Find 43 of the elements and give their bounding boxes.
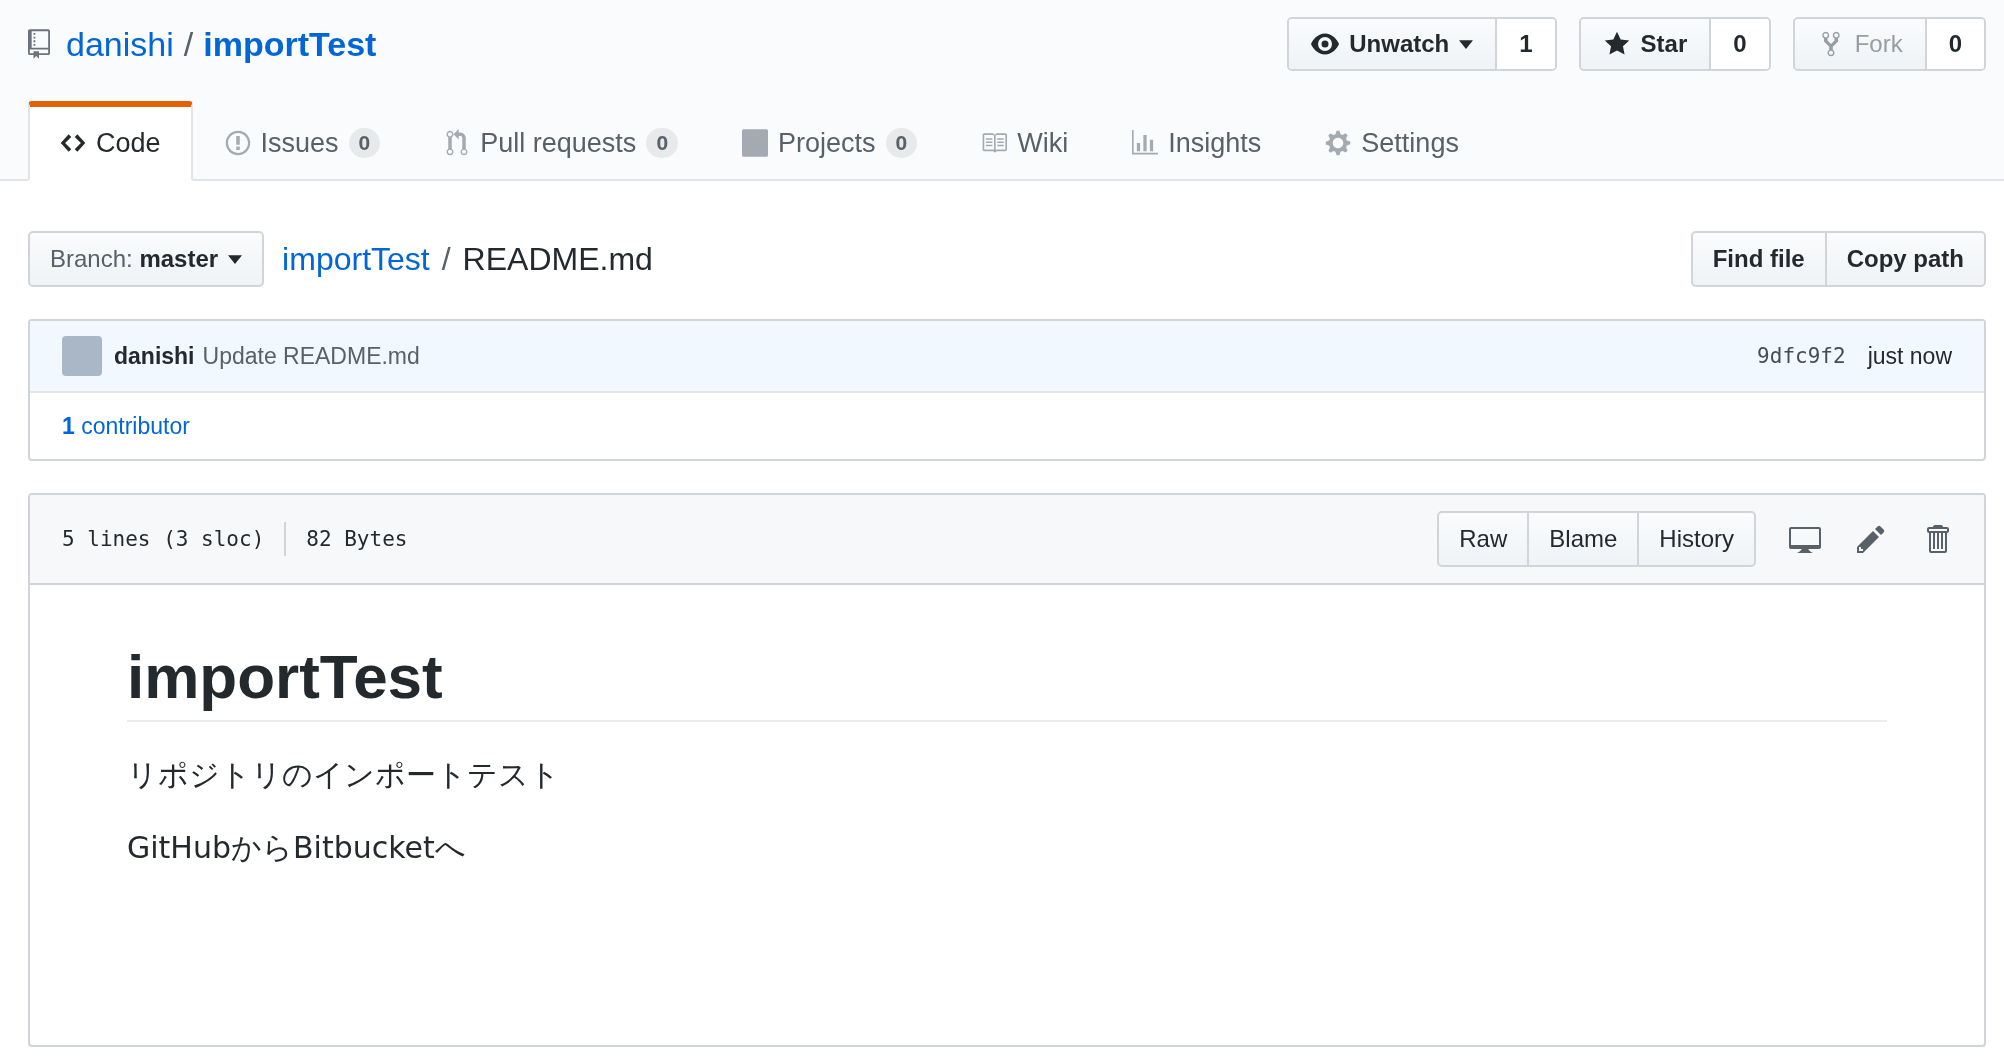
- line-count: 5 lines (3 sloc): [62, 527, 265, 551]
- caret-icon: [228, 254, 243, 264]
- nav-tab[interactable]: Issues 0: [192, 101, 413, 181]
- commit-message[interactable]: Update README.md: [202, 342, 420, 370]
- readme-heading: importTest: [127, 641, 1887, 722]
- counter-badge: 0: [646, 128, 679, 158]
- readme-paragraph: リポジトリのインポートテスト: [127, 756, 561, 794]
- owner-link[interactable]: danishi: [66, 24, 174, 64]
- settings-icon: [1325, 129, 1352, 157]
- repository-link[interactable]: importTest: [282, 240, 430, 278]
- path-separator: /: [183, 24, 194, 64]
- counter-badge: 0: [885, 128, 918, 158]
- repository-link[interactable]: importTest: [203, 24, 377, 64]
- file-action-button[interactable]: Copy path: [1824, 231, 1986, 287]
- path-separator: /: [441, 240, 451, 278]
- counter-badge: 0: [348, 128, 381, 158]
- nav-tab[interactable]: Wiki: [949, 101, 1101, 181]
- file-action-button[interactable]: Find file: [1690, 231, 1827, 287]
- avatar-placeholder: [62, 336, 102, 376]
- file-name: README.md: [462, 240, 653, 278]
- nav-tab[interactable]: Projects 0: [710, 101, 950, 181]
- nav-tab[interactable]: Settings: [1293, 101, 1491, 181]
- branch-dropdown[interactable]: Branch: master: [28, 231, 265, 287]
- file-view-button[interactable]: History: [1637, 511, 1756, 567]
- bar-graph-icon: [1132, 129, 1159, 157]
- author-link[interactable]: danishi: [114, 342, 195, 370]
- star-button[interactable]: Star: [1580, 19, 1712, 69]
- commit-time: just now: [1867, 342, 1952, 370]
- readme-paragraph: GitHubからBitbucketへ: [127, 829, 467, 867]
- count-label: 1: [1497, 19, 1555, 69]
- nav-tab[interactable]: Code: [28, 101, 193, 181]
- count-label: 0: [1926, 19, 1984, 69]
- commit-sha[interactable]: 9dfc9f2: [1757, 344, 1846, 368]
- contributors-link[interactable]: 1 contributor: [62, 412, 190, 440]
- nav-tab[interactable]: Pull requests 0: [412, 101, 711, 181]
- file-view-button[interactable]: Raw: [1437, 511, 1530, 567]
- repository-icon: [28, 29, 50, 59]
- file-size: 82 Bytes: [306, 527, 408, 551]
- count-label: 0: [1711, 19, 1769, 69]
- watch-button[interactable]: Unwatch: [1289, 19, 1498, 69]
- file-view-button[interactable]: Blame: [1527, 511, 1640, 567]
- caret-icon: [1459, 39, 1474, 49]
- nav-tab[interactable]: Insights: [1100, 101, 1294, 181]
